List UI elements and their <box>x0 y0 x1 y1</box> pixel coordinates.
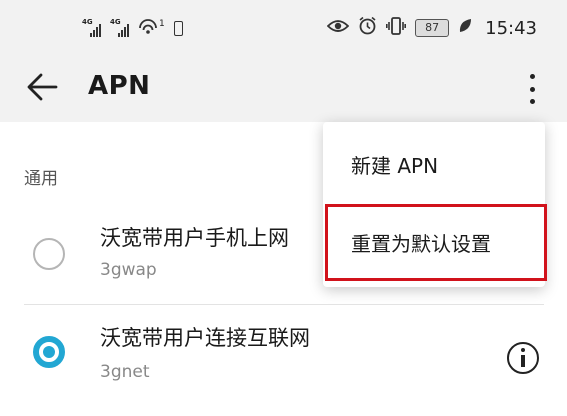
more-vertical-icon[interactable] <box>520 72 544 106</box>
signal-icon: 4G <box>82 17 101 37</box>
leaf-icon <box>458 18 472 39</box>
small-battery-icon <box>173 20 183 36</box>
overflow-menu: 新建 APN 重置为默认设置 <box>323 122 545 287</box>
app-bar: APN <box>0 56 567 122</box>
radio-button-unchecked[interactable] <box>33 238 65 270</box>
alarm-icon <box>358 16 377 40</box>
menu-item-new-apn[interactable]: 新建 APN <box>351 150 438 179</box>
hotspot-icon: 1 <box>138 19 165 37</box>
status-right: 87 15:43 <box>326 16 537 40</box>
apn-name: 沃宽带用户连接互联网 <box>100 326 310 350</box>
status-left: 4G 4G 1 <box>82 17 183 37</box>
eye-icon <box>326 18 350 39</box>
clock: 15:43 <box>485 17 537 39</box>
vibrate-icon <box>386 16 407 40</box>
apn-value: 3gnet <box>100 362 150 382</box>
radio-button-checked[interactable] <box>33 336 65 368</box>
arrow-left-icon[interactable] <box>26 70 60 104</box>
signal-icon: 4G <box>110 17 129 37</box>
page-title: APN <box>88 71 151 101</box>
apn-name: 沃宽带用户手机上网 <box>100 226 289 250</box>
apn-list-item[interactable]: 沃宽带用户连接互联网 3gnet <box>0 304 567 404</box>
battery-icon: 87 <box>415 19 450 37</box>
status-bar: 4G 4G 1 87 15:43 <box>0 0 567 56</box>
sim2-network-label: 4G <box>110 17 121 26</box>
hotspot-badge: 1 <box>159 19 165 29</box>
info-icon[interactable] <box>507 342 539 374</box>
apn-value: 3gwap <box>100 260 157 280</box>
menu-item-reset-default[interactable]: 重置为默认设置 <box>351 228 491 257</box>
sim1-network-label: 4G <box>82 17 93 26</box>
section-header: 通用 <box>24 169 58 189</box>
